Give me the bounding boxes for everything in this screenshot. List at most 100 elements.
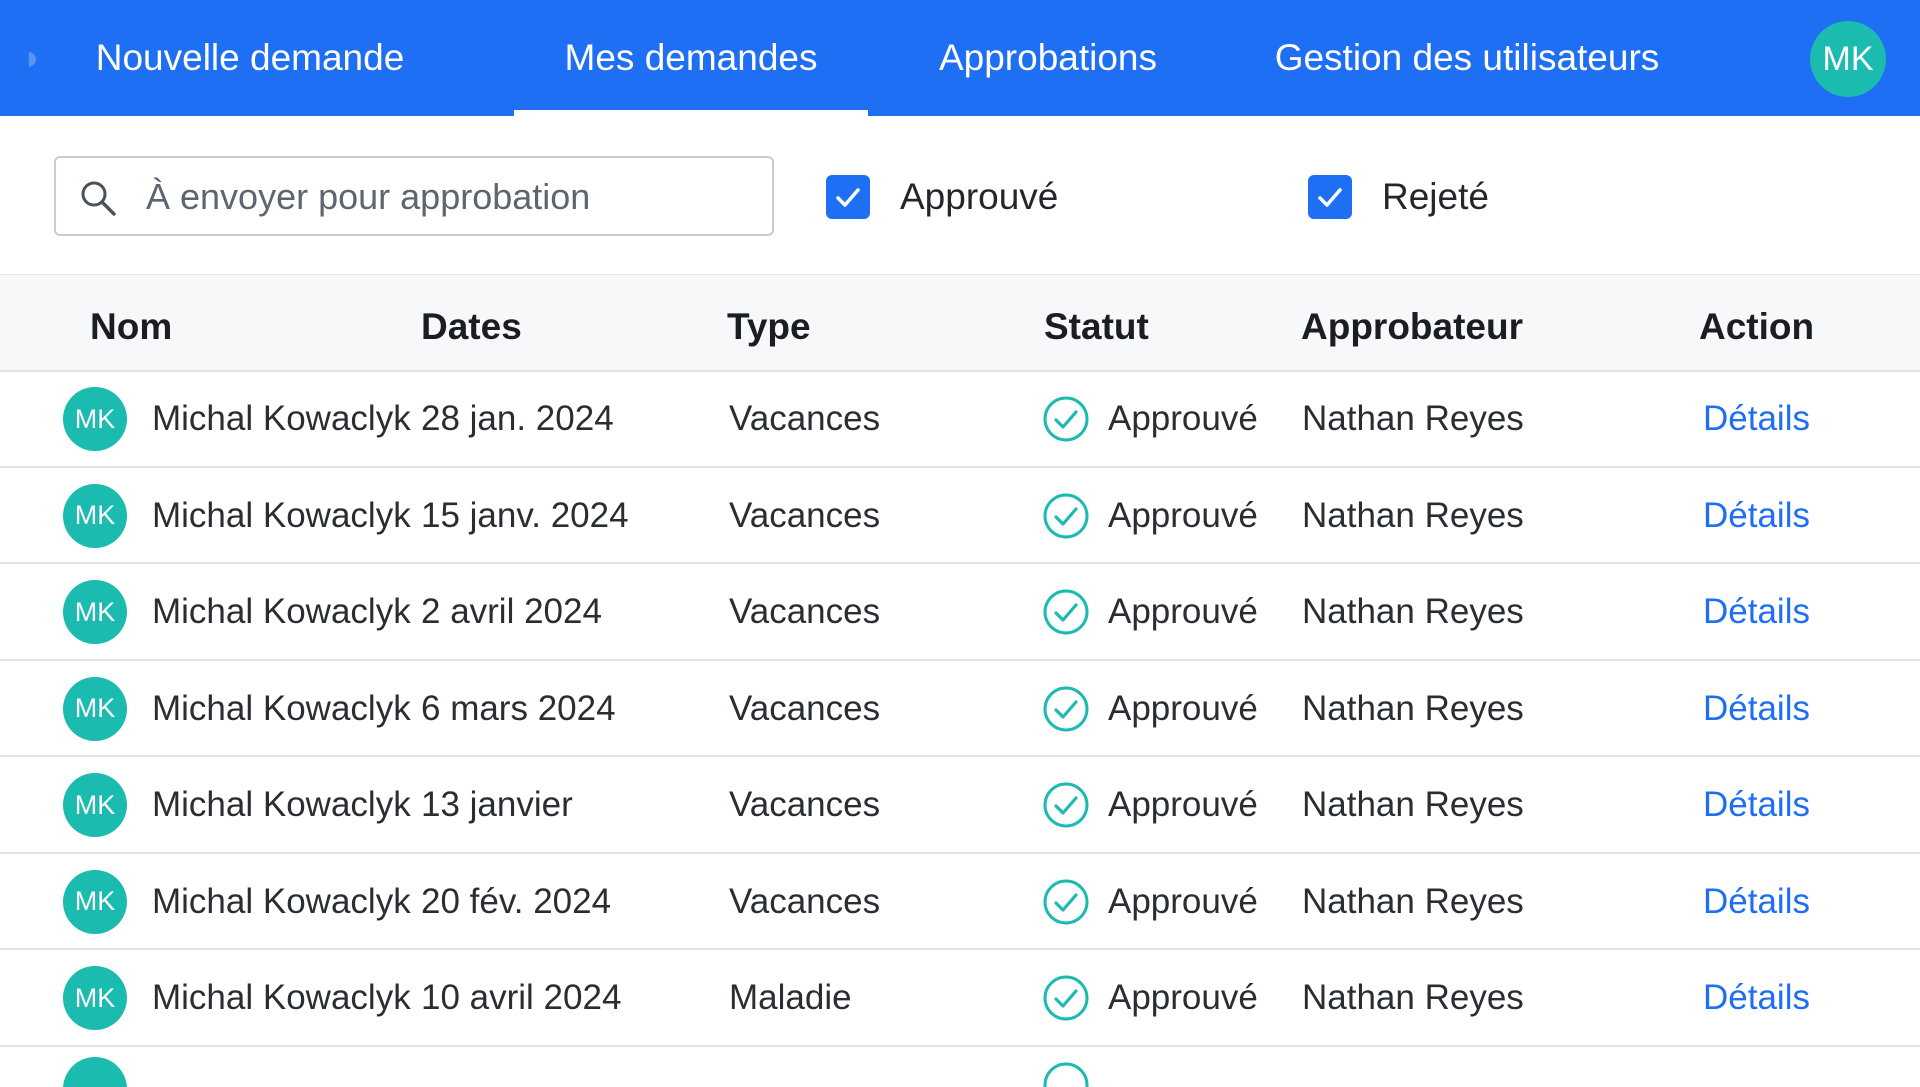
column-header-action[interactable]: Action xyxy=(1699,275,1814,370)
details-link[interactable]: Détails xyxy=(1703,785,1810,825)
avatar: MK xyxy=(63,387,127,451)
status-label: Approuvé xyxy=(1108,978,1258,1017)
table-row: MK Michal Kowaclyk 13 janvier Vacances A… xyxy=(0,757,1920,854)
tab-nouvelle-demande[interactable]: Nouvelle demande xyxy=(96,0,405,116)
cell-date: 2 avril 2024 xyxy=(421,592,602,631)
details-link[interactable]: Détails xyxy=(1703,592,1810,632)
cell-date: 20 fév. 2024 xyxy=(421,881,612,921)
cell-status: Approuvé xyxy=(1042,371,1258,467)
table-body: MK Michal Kowaclyk 28 jan. 2024 Vacances… xyxy=(0,371,1920,1087)
avatar: MK xyxy=(63,676,127,741)
avatar: MK xyxy=(63,483,127,548)
status-label: Approuvé xyxy=(1108,688,1258,728)
status-label: Approuvé xyxy=(1108,399,1258,438)
cell-type: Vacances xyxy=(729,495,881,535)
table-row: MK Michal Kowaclyk 2 avril 2024 Vacances… xyxy=(0,564,1920,661)
cell-approver: Nathan Reyes xyxy=(1302,785,1524,824)
checkbox-approuve[interactable] xyxy=(826,175,870,219)
check-circle-icon xyxy=(1043,589,1089,635)
top-navigation-bar: ◗ Nouvelle demande Mes demandes Approbat… xyxy=(0,0,1920,116)
cell-type: Vacances xyxy=(729,688,881,728)
status-label: Approuvé xyxy=(1108,785,1258,824)
details-link[interactable]: Détails xyxy=(1703,496,1810,536)
checkbox-label-rejete: Rejeté xyxy=(1382,176,1489,217)
cell-approver: Nathan Reyes xyxy=(1302,592,1524,631)
check-circle-icon xyxy=(1043,975,1089,1021)
check-circle-icon xyxy=(1043,782,1089,828)
avatar xyxy=(63,1056,127,1087)
search-icon xyxy=(81,181,116,216)
tab-gestion-utilisateurs[interactable]: Gestion des utilisateurs xyxy=(1262,0,1672,116)
cell-type: Vacances xyxy=(729,592,881,631)
search-input[interactable] xyxy=(144,164,758,230)
avatar: MK xyxy=(63,580,127,644)
column-header-nom[interactable]: Nom xyxy=(90,275,172,370)
status-label: Approuvé xyxy=(1108,881,1258,921)
status-label: Approuvé xyxy=(1108,495,1258,535)
cell-type: Vacances xyxy=(729,881,881,921)
checkmark-icon xyxy=(836,188,860,207)
check-circle-icon xyxy=(1043,686,1089,731)
details-link[interactable]: Détails xyxy=(1703,399,1810,439)
table-row: MK Michal Kowaclyk 20 fév. 2024 Vacances… xyxy=(0,854,1920,950)
cell-approver: Nathan Reyes xyxy=(1302,399,1524,438)
user-avatar[interactable]: MK xyxy=(1810,21,1886,97)
table-row: MK Michal Kowaclyk 28 jan. 2024 Vacances… xyxy=(0,371,1920,468)
details-link[interactable]: Détails xyxy=(1703,978,1810,1018)
cell-name: Michal Kowaclyk xyxy=(152,592,411,631)
rows-container: MK Michal Kowaclyk 28 jan. 2024 Vacances… xyxy=(0,371,1920,1047)
cell-name: Michal Kowaclyk xyxy=(152,688,411,728)
cell-status: Approuvé xyxy=(1042,854,1258,950)
cell-date: 15 janv. 2024 xyxy=(421,495,629,535)
cell-approver: Nathan Reyes xyxy=(1302,688,1524,728)
status-label: Approuvé xyxy=(1108,592,1258,631)
cell-status: Approuvé xyxy=(1042,661,1258,757)
table-row: MK Michal Kowaclyk 6 mars 2024 Vacances … xyxy=(0,661,1920,757)
check-circle-icon xyxy=(1043,879,1089,924)
table-header: Nom Dates Type Statut Approbateur Action xyxy=(0,275,1920,372)
cell-approver: Nathan Reyes xyxy=(1302,978,1524,1017)
filter-approuve[interactable]: Approuvé xyxy=(826,172,1058,222)
column-header-type[interactable]: Type xyxy=(727,275,811,370)
cell-status: Approuvé xyxy=(1042,468,1258,564)
cell-approver: Nathan Reyes xyxy=(1302,881,1524,921)
cell-status: Approuvé xyxy=(1042,564,1258,660)
checkbox-label-approuve: Approuvé xyxy=(900,176,1059,217)
filter-rejete[interactable]: Rejeté xyxy=(1308,172,1489,222)
cell-approver: Nathan Reyes xyxy=(1302,495,1524,535)
filter-bar: Approuvé Rejeté xyxy=(0,116,1920,276)
column-header-dates[interactable]: Dates xyxy=(421,275,522,370)
details-link[interactable]: Détails xyxy=(1703,882,1810,922)
cell-name: Michal Kowaclyk xyxy=(152,495,411,535)
cell-type: Vacances xyxy=(729,785,881,824)
column-header-approbateur[interactable]: Approbateur xyxy=(1301,275,1523,370)
check-circle-icon xyxy=(1043,396,1089,442)
cell-name: Michal Kowaclyk xyxy=(152,881,411,921)
logo-icon: ◗ xyxy=(22,39,43,77)
table-row-partial xyxy=(0,1047,1920,1087)
tab-approbations[interactable]: Approbations xyxy=(918,0,1178,116)
search-box[interactable] xyxy=(54,156,774,236)
checkbox-rejete[interactable] xyxy=(1308,175,1352,219)
cell-type: Vacances xyxy=(729,399,881,438)
cell-date: 6 mars 2024 xyxy=(421,688,616,728)
cell-status: Approuvé xyxy=(1042,757,1258,853)
avatar: MK xyxy=(63,869,127,934)
cell-date: 28 jan. 2024 xyxy=(421,399,614,438)
checkmark-icon xyxy=(1318,188,1342,207)
cell-status: Approuvé xyxy=(1042,950,1258,1046)
cell-type: Maladie xyxy=(729,978,852,1017)
table-row: MK Michal Kowaclyk 15 janv. 2024 Vacance… xyxy=(0,468,1920,564)
cell-date: 13 janvier xyxy=(421,785,573,824)
cell-name: Michal Kowaclyk xyxy=(152,399,411,438)
table-row: MK Michal Kowaclyk 10 avril 2024 Maladie… xyxy=(0,950,1920,1047)
cell-name: Michal Kowaclyk xyxy=(152,978,411,1017)
check-circle-icon xyxy=(1043,493,1089,538)
tab-mes-demandes[interactable]: Mes demandes xyxy=(514,0,868,116)
avatar: MK xyxy=(63,773,127,837)
check-circle-icon xyxy=(1043,1062,1089,1087)
details-link[interactable]: Détails xyxy=(1703,689,1810,729)
column-header-statut[interactable]: Statut xyxy=(1044,275,1149,370)
cell-name: Michal Kowaclyk xyxy=(152,785,411,824)
cell-date: 10 avril 2024 xyxy=(421,978,622,1017)
